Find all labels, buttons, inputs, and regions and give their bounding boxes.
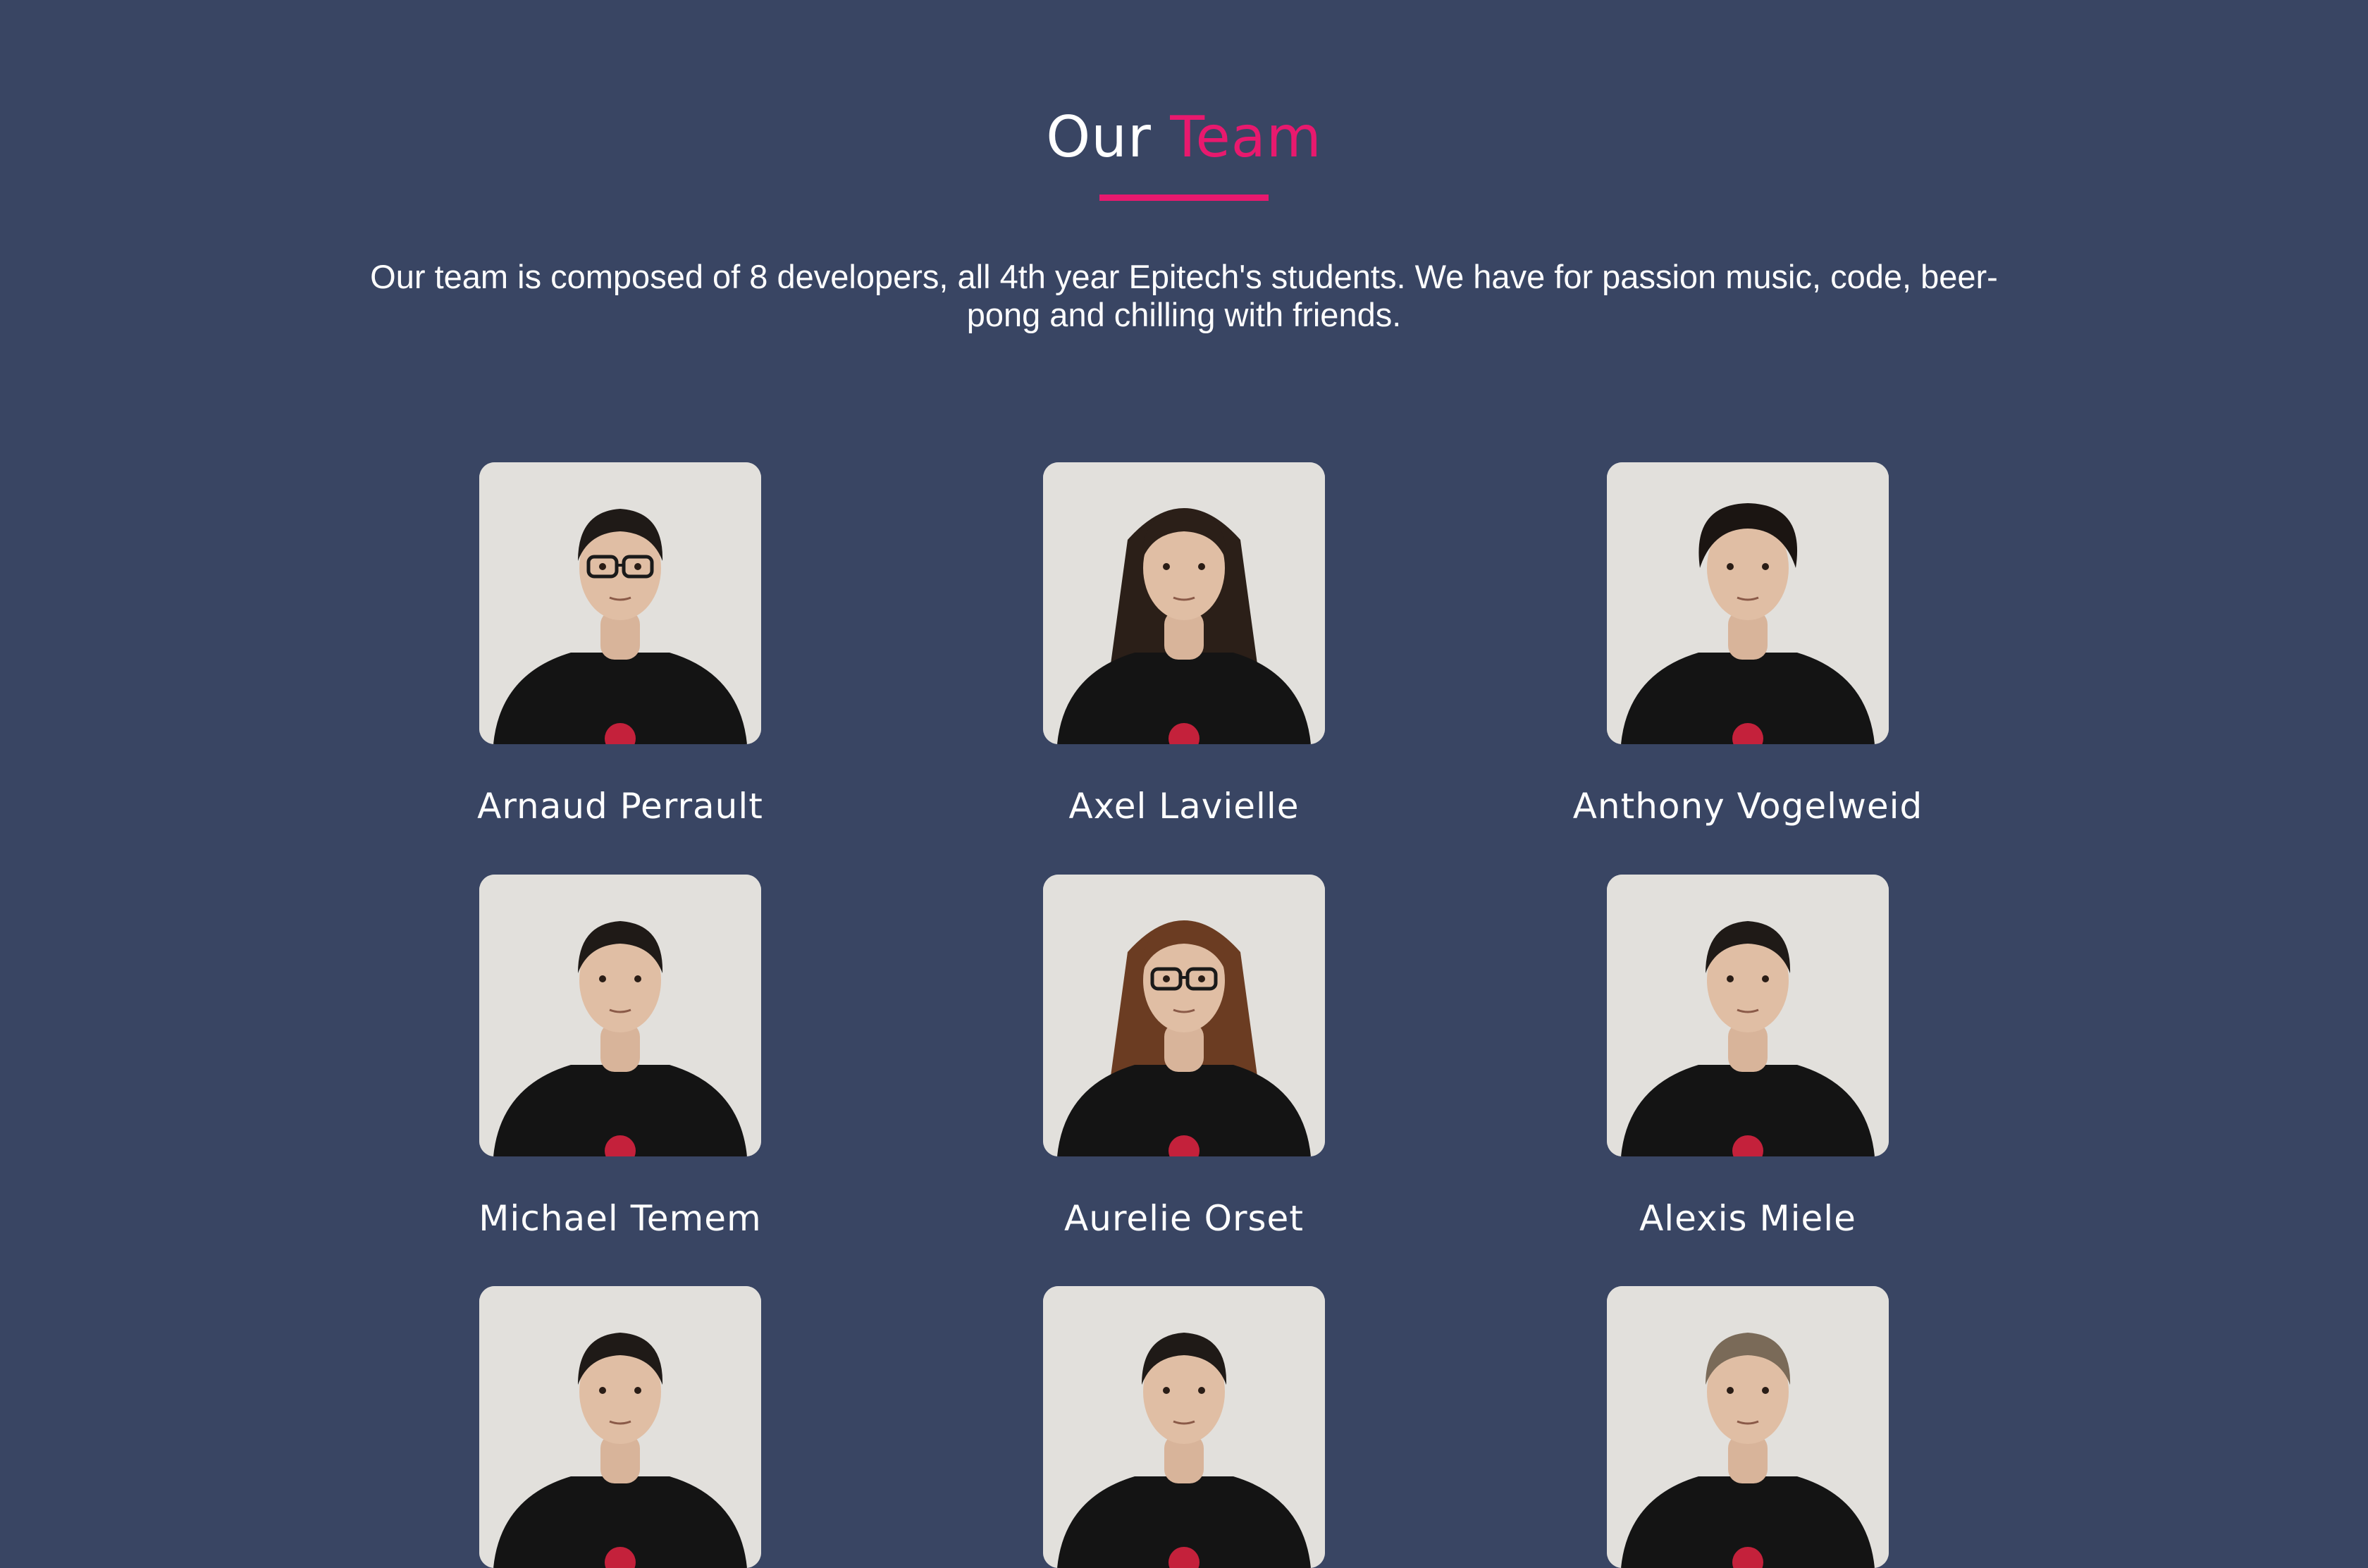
eye — [1163, 975, 1170, 982]
member-photo — [1043, 462, 1325, 744]
eye — [1727, 563, 1734, 570]
member-photo — [479, 875, 761, 1156]
portrait-illustration — [1043, 1286, 1325, 1568]
portrait-illustration — [479, 875, 761, 1156]
team-section: Our Team Our team is composed of 8 devel… — [0, 0, 2368, 1568]
member-name: Anthony Vogelweid — [1572, 786, 1923, 827]
member-name: Alexis Miele — [1639, 1198, 1856, 1239]
eye — [1163, 563, 1170, 570]
member-photo — [1607, 462, 1889, 744]
eye — [1163, 1387, 1170, 1394]
member-photo — [479, 1286, 761, 1568]
eye — [634, 975, 641, 982]
member-photo — [1043, 1286, 1325, 1568]
eye — [1198, 563, 1205, 570]
member-photo — [1043, 875, 1325, 1156]
portrait-illustration — [479, 1286, 761, 1568]
eye — [599, 1387, 606, 1394]
eye — [634, 1387, 641, 1394]
portrait-illustration — [479, 462, 761, 744]
portrait-illustration — [1607, 462, 1889, 744]
eye — [599, 563, 606, 570]
portrait-illustration — [1607, 1286, 1889, 1568]
member-name: Axel Lavielle — [1068, 786, 1300, 827]
member-name: Arnaud Perrault — [477, 786, 763, 827]
eye — [1727, 975, 1734, 982]
member-photo — [479, 462, 761, 744]
member-name: Aurelie Orset — [1064, 1198, 1304, 1239]
eye — [1762, 563, 1769, 570]
eye — [1762, 975, 1769, 982]
eye — [1727, 1387, 1734, 1394]
eye — [1198, 975, 1205, 982]
member-photo — [1607, 875, 1889, 1156]
eye — [1198, 1387, 1205, 1394]
portrait-illustration — [1607, 875, 1889, 1156]
member-photo — [1607, 1286, 1889, 1568]
eye — [1762, 1387, 1769, 1394]
portrait-illustration — [1043, 462, 1325, 744]
eye — [599, 975, 606, 982]
team-grid: Arnaud Perrault Axel Lavielle Anthony Vo… — [0, 0, 2368, 1568]
portrait-illustration — [1043, 875, 1325, 1156]
eye — [634, 563, 641, 570]
member-name: Michael Temem — [479, 1198, 762, 1239]
